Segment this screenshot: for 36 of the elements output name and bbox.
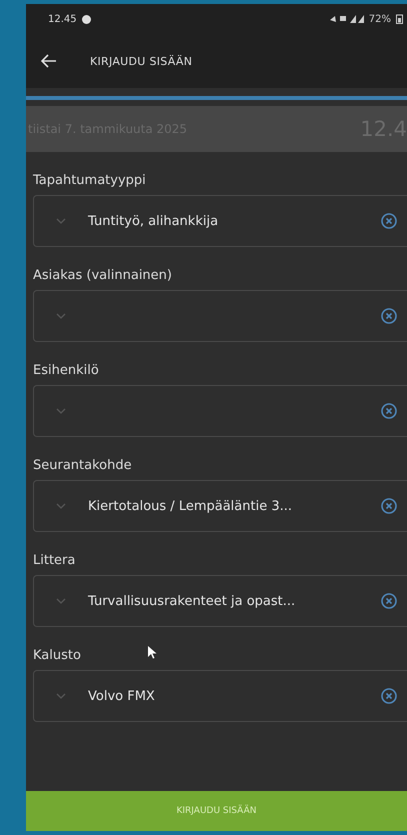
field-value: Turvallisuusrakenteet ja opast... xyxy=(88,594,296,608)
select-field[interactable] xyxy=(33,385,407,437)
clear-icon[interactable] xyxy=(381,403,397,419)
select-field[interactable] xyxy=(33,290,407,342)
field-label: Littera xyxy=(33,552,76,570)
select-field[interactable]: Volvo FMX xyxy=(33,670,407,722)
field-label: Asiakas (valinnainen) xyxy=(33,267,172,285)
status-time: 12.45 xyxy=(48,14,77,24)
select-field[interactable]: Tuntityö, alihankkija xyxy=(33,195,407,247)
select-field[interactable]: Turvallisuusrakenteet ja opast... xyxy=(33,575,407,627)
chevron-down-icon xyxy=(56,218,66,224)
chevron-down-icon xyxy=(56,408,66,414)
field-value: Volvo FMX xyxy=(88,688,155,704)
select-field[interactable]: Kiertotalous / Lempääläntie 3... xyxy=(33,480,407,532)
clear-icon[interactable] xyxy=(381,308,397,324)
clear-icon[interactable] xyxy=(381,498,397,514)
field-label: Esihenkilö xyxy=(33,362,99,380)
chevron-down-icon xyxy=(56,693,66,699)
battery-level: 72% xyxy=(368,14,391,24)
mouse-cursor-icon xyxy=(148,646,157,659)
notification-icon xyxy=(82,14,91,24)
field-value: Tuntityö, alihankkija xyxy=(88,214,218,228)
clear-icon[interactable] xyxy=(381,593,397,609)
signal-icon xyxy=(330,14,364,24)
clear-icon[interactable] xyxy=(381,213,397,229)
clear-icon[interactable] xyxy=(381,688,397,704)
field-value: Kiertotalous / Lempääläntie 3... xyxy=(88,498,292,514)
page-title: KIRJAUDU SISÄÄN xyxy=(90,54,192,68)
field-label: Kalusto xyxy=(33,647,81,665)
field-label: Seurantakohde xyxy=(33,457,132,475)
battery-icon xyxy=(396,14,403,24)
field-label: Tapahtumatyyppi xyxy=(33,172,146,190)
chevron-down-icon xyxy=(56,313,66,319)
chevron-down-icon xyxy=(56,503,66,509)
chevron-down-icon xyxy=(56,598,66,604)
back-arrow-icon[interactable] xyxy=(41,54,57,68)
